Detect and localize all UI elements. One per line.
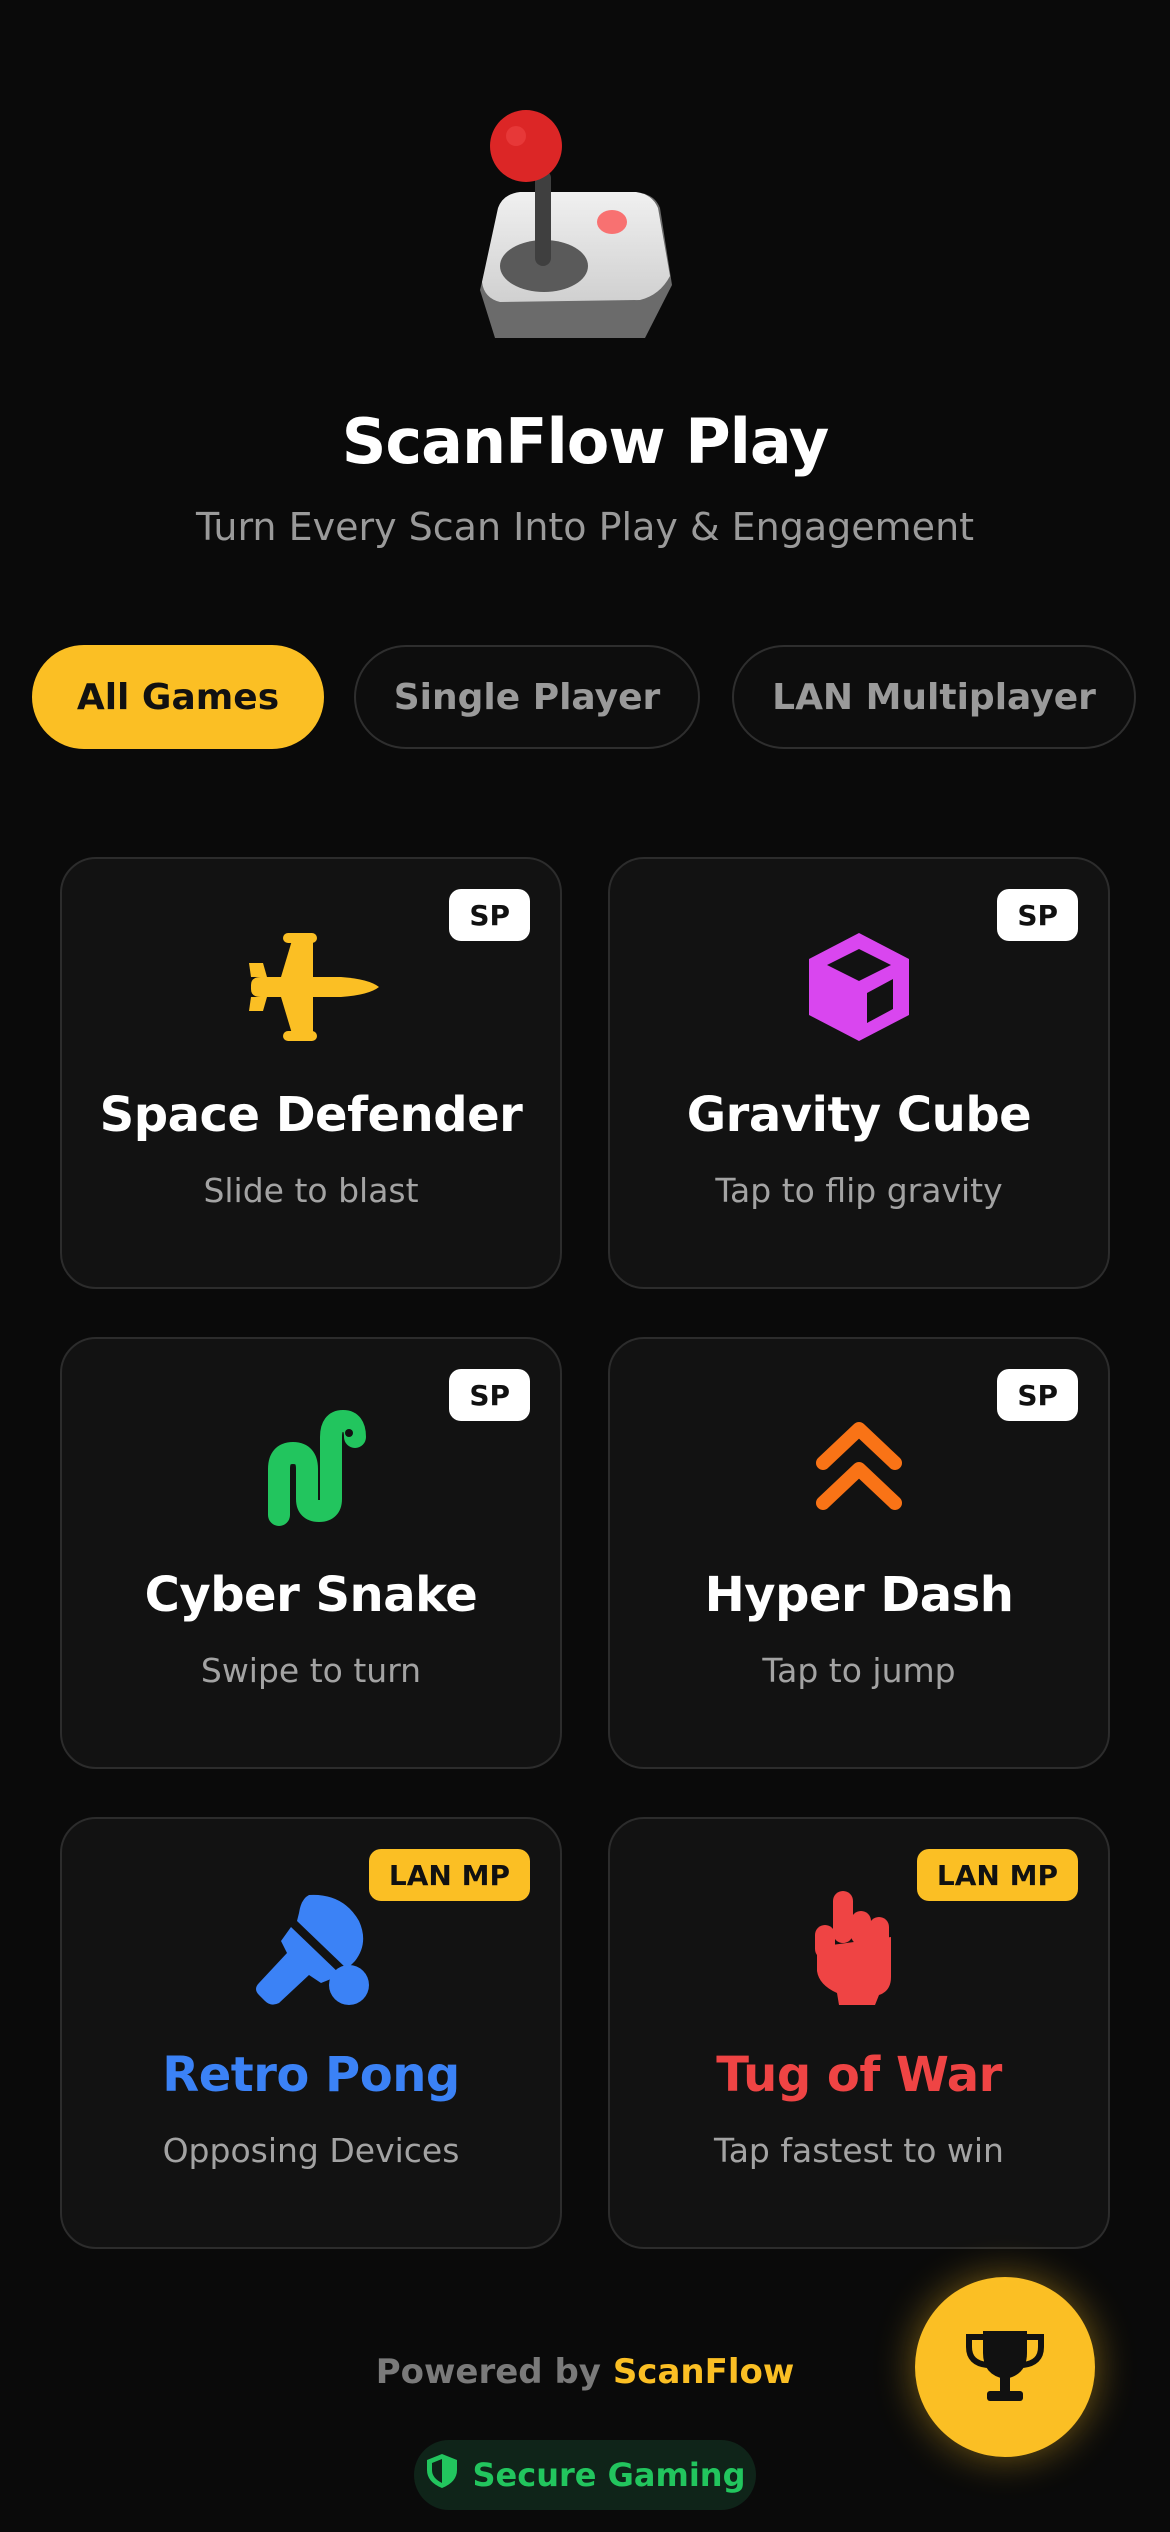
- app-title: ScanFlow Play: [341, 405, 829, 478]
- trophy-icon: [963, 2323, 1047, 2411]
- game-title: Cyber Snake: [144, 1567, 478, 1623]
- game-subtitle: Tap fastest to win: [714, 2131, 1004, 2170]
- secure-gaming-badge: Secure Gaming: [414, 2440, 756, 2510]
- filter-lan-multiplayer[interactable]: LAN Multiplayer: [732, 645, 1136, 749]
- app-subtitle: Turn Every Scan Into Play & Engagement: [195, 505, 975, 549]
- game-subtitle: Opposing Devices: [162, 2131, 460, 2170]
- game-card-cyber-snake[interactable]: SP Cyber Snake Swipe to turn: [60, 1337, 562, 1769]
- game-title: Gravity Cube: [686, 1087, 1032, 1143]
- powered-by-brand[interactable]: ScanFlow: [613, 2352, 794, 2392]
- game-title: Retro Pong: [162, 2047, 460, 2103]
- filter-tabs: All Games Single Player LAN Multiplayer: [32, 645, 1138, 753]
- game-card-hyper-dash[interactable]: SP Hyper Dash Tap to jump: [608, 1337, 1110, 1769]
- hero-joystick-icon: [0, 90, 1170, 370]
- game-title: Space Defender: [99, 1087, 523, 1143]
- fighter-jet-icon: [62, 927, 560, 1047]
- cube-icon: [610, 927, 1108, 1047]
- double-chevron-up-icon: [610, 1407, 1108, 1527]
- secure-gaming-label: Secure Gaming: [472, 2456, 746, 2494]
- game-subtitle: Tap to flip gravity: [715, 1171, 1003, 1210]
- snake-icon: [62, 1407, 560, 1527]
- game-card-gravity-cube[interactable]: SP Gravity Cube Tap to flip gravity: [608, 857, 1110, 1289]
- game-card-retro-pong[interactable]: LAN MP Retro Pong Opposing Devices: [60, 1817, 562, 2249]
- game-card-space-defender[interactable]: SP Space Defender Slide to blast: [60, 857, 562, 1289]
- game-subtitle: Swipe to turn: [200, 1651, 422, 1690]
- game-title: Hyper Dash: [704, 1567, 1014, 1623]
- shield-icon: [425, 2452, 459, 2498]
- ping-pong-paddle-icon: [62, 1887, 560, 2007]
- filter-all-games[interactable]: All Games: [32, 645, 324, 749]
- game-card-tug-of-war[interactable]: LAN MP Tug of War Tap fastest to win: [608, 1817, 1110, 2249]
- game-title: Tug of War: [716, 2047, 1002, 2103]
- game-subtitle: Tap to jump: [762, 1651, 956, 1690]
- fist-icon: [610, 1887, 1108, 2007]
- leaderboard-button[interactable]: [915, 2277, 1095, 2457]
- filter-single-player[interactable]: Single Player: [354, 645, 700, 749]
- game-subtitle: Slide to blast: [203, 1171, 419, 1210]
- powered-by-prefix: Powered by: [375, 2352, 613, 2392]
